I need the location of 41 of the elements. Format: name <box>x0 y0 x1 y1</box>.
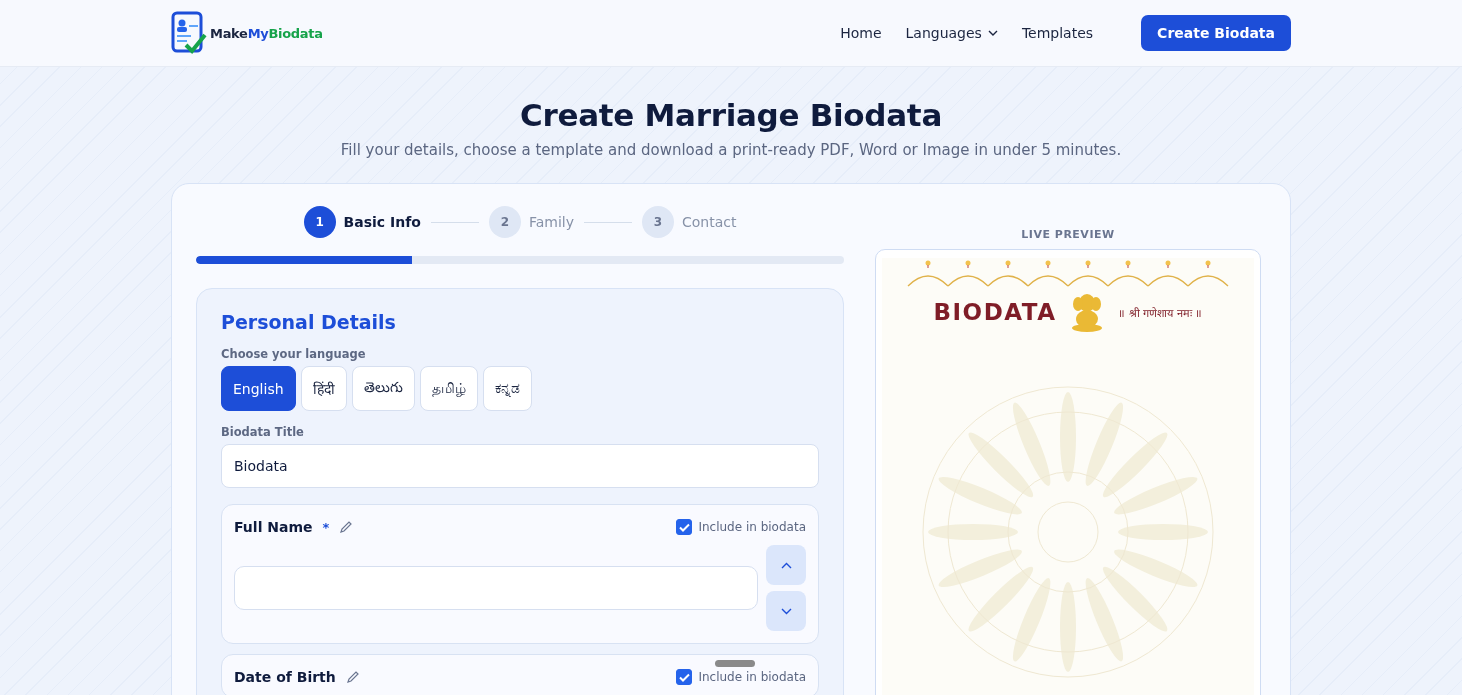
step-item[interactable]: 2 Family <box>488 206 574 238</box>
section-title: Personal Details <box>221 311 397 333</box>
drag-handle[interactable] <box>715 660 755 667</box>
move-down-button[interactable] <box>766 591 806 631</box>
language-button[interactable]: தமிழ் <box>419 366 478 411</box>
nav-dropdown[interactable]: Languages <box>905 25 998 41</box>
logo-wordmark: MakeMyBiodata <box>210 25 323 41</box>
invocation-text: ॥ श्री गणेशाय नमः ॥ <box>1118 305 1203 320</box>
include-checkbox[interactable]: Include in biodata <box>676 669 806 685</box>
nav-link[interactable]: Home <box>840 25 882 41</box>
chevron-down-icon <box>987 30 998 36</box>
field-label: Full Name <box>234 519 313 535</box>
nav-link[interactable]: Templates <box>1021 25 1094 41</box>
chevron-down-icon <box>780 607 792 615</box>
required-mark: * <box>322 519 330 535</box>
deity-icon <box>1070 292 1105 332</box>
preview-label: LIVE PREVIEW <box>1020 228 1116 241</box>
page-title: Create Marriage Biodata <box>519 97 943 133</box>
language-button[interactable]: हिंदी <box>300 366 347 411</box>
checkmark-icon <box>678 672 690 682</box>
language-button[interactable]: తెలుగు <box>351 366 415 411</box>
create-biodata-button[interactable]: Create Biodata <box>1141 15 1291 51</box>
language-button[interactable]: ಕನ್ನಡ <box>482 366 532 411</box>
logo[interactable]: MakeMyBiodata <box>171 11 323 55</box>
text-field[interactable] <box>234 566 758 610</box>
include-checkbox[interactable]: Include in biodata <box>676 519 806 535</box>
page-subtitle: Fill your details, choose a template and download a print-ready PDF, Word or Image in under 5 minutes. <box>339 141 1123 159</box>
logo-icon <box>171 11 207 55</box>
language-label: Choose your language <box>221 347 367 361</box>
step-item[interactable]: 3 Contact <box>641 206 737 238</box>
pencil-icon[interactable] <box>345 670 360 684</box>
title-label: Biodata Title <box>221 425 305 439</box>
pencil-icon[interactable] <box>339 520 354 534</box>
biodata-heading: BIODATA <box>933 299 1057 325</box>
field-label: Date of Birth <box>234 669 336 685</box>
title-field[interactable]: Biodata <box>221 444 819 488</box>
checkmark-icon <box>678 522 690 532</box>
chevron-up-icon <box>780 561 792 569</box>
step-item[interactable]: 1 Basic Info <box>303 206 421 238</box>
language-button[interactable]: English <box>221 366 296 411</box>
move-up-button[interactable] <box>766 545 806 585</box>
